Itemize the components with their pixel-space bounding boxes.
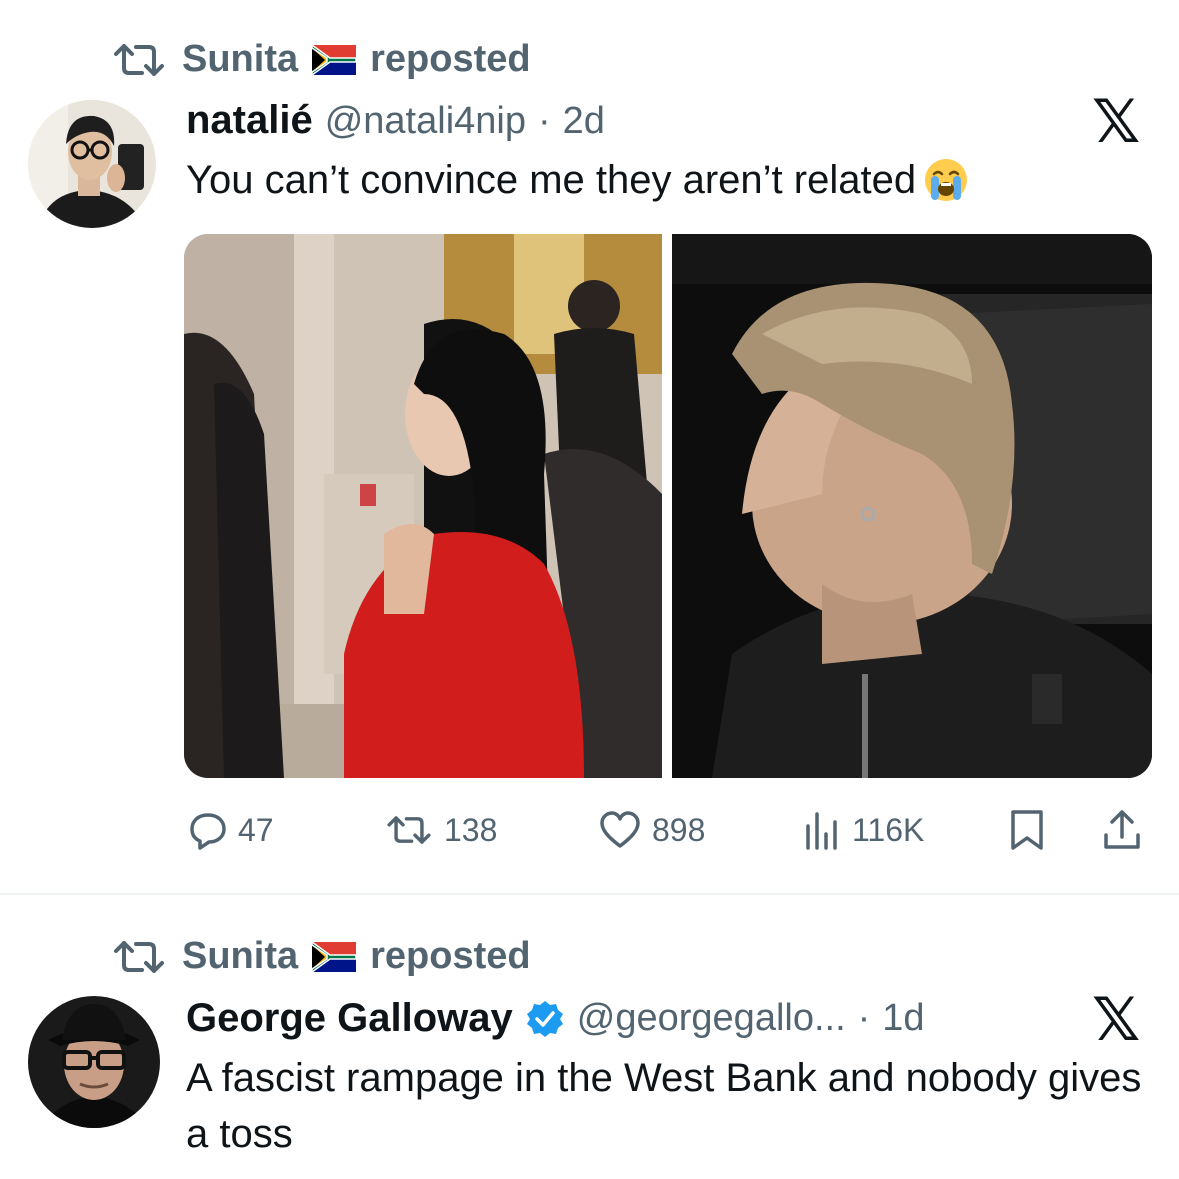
repost-count: 138 — [444, 811, 498, 848]
author-handle[interactable]: @georgegallo... — [577, 997, 846, 1040]
reply-count: 47 — [238, 811, 274, 848]
avatar[interactable] — [28, 100, 156, 228]
x-logo-icon[interactable]: 𝕏 — [1092, 92, 1140, 152]
author-name[interactable]: George Galloway — [186, 996, 513, 1041]
repost-context: Sunita reposted — [110, 935, 531, 978]
heart-icon — [600, 811, 640, 848]
author-name[interactable]: natalié — [186, 98, 313, 143]
share-icon — [1104, 810, 1140, 849]
views-button[interactable]: 116K — [802, 810, 924, 850]
media-photo-left[interactable] — [184, 234, 662, 778]
tweet-header: natalié @natali4nip · 2d — [186, 98, 605, 143]
separator: · — [857, 997, 871, 1039]
reply-button[interactable]: 47 — [188, 810, 274, 850]
crying-face-emoji-icon — [925, 159, 968, 201]
timestamp[interactable]: 2d — [563, 100, 605, 143]
photo-woman-red-dress — [184, 234, 662, 778]
repost-button[interactable]: 138 — [384, 812, 497, 849]
south-africa-flag-icon — [312, 44, 357, 75]
separator: · — [537, 100, 551, 142]
views-icon — [806, 812, 837, 850]
reposter-name[interactable]: Sunita — [182, 935, 298, 978]
repost-icon — [387, 816, 431, 844]
repost-icon — [114, 940, 164, 973]
tweet-text-content: You can’t convince me they aren’t relate… — [186, 158, 917, 202]
avatar[interactable] — [28, 996, 160, 1128]
avatar-image — [28, 996, 160, 1128]
repost-context: Sunita reposted — [110, 38, 531, 81]
author-handle[interactable]: @natali4nip — [325, 100, 526, 143]
avatar-image — [28, 100, 156, 228]
media-photo-right[interactable] — [672, 234, 1152, 778]
tweet-divider — [0, 893, 1179, 895]
tweet-media[interactable] — [184, 234, 1152, 778]
reposter-name[interactable]: Sunita — [182, 38, 298, 81]
photo-man-profile — [672, 234, 1152, 778]
reply-icon — [190, 813, 226, 850]
like-button[interactable]: 898 — [598, 810, 705, 850]
tweet-text: You can’t convince me they aren’t relate… — [186, 152, 970, 208]
verified-badge-icon — [526, 1000, 563, 1037]
view-count: 116K — [852, 811, 925, 848]
tweet-actions: 47 138 898 116K — [188, 808, 1148, 852]
like-count: 898 — [652, 811, 706, 848]
tweet-text: A fascist rampage in the West Bank and n… — [186, 1056, 1142, 1156]
tweet-header: George Galloway @georgegallo... · 1d — [186, 996, 925, 1041]
media-gap — [662, 234, 672, 778]
reposted-label: reposted — [370, 935, 531, 977]
reposted-label: reposted — [370, 38, 531, 80]
x-logo-icon[interactable]: 𝕏 — [1092, 990, 1140, 1050]
bookmark-button[interactable] — [1008, 809, 1046, 851]
share-button[interactable] — [1102, 809, 1142, 851]
repost-icon — [114, 43, 164, 76]
timestamp[interactable]: 1d — [882, 997, 924, 1040]
south-africa-flag-icon — [312, 941, 357, 972]
bookmark-icon — [1011, 810, 1043, 850]
